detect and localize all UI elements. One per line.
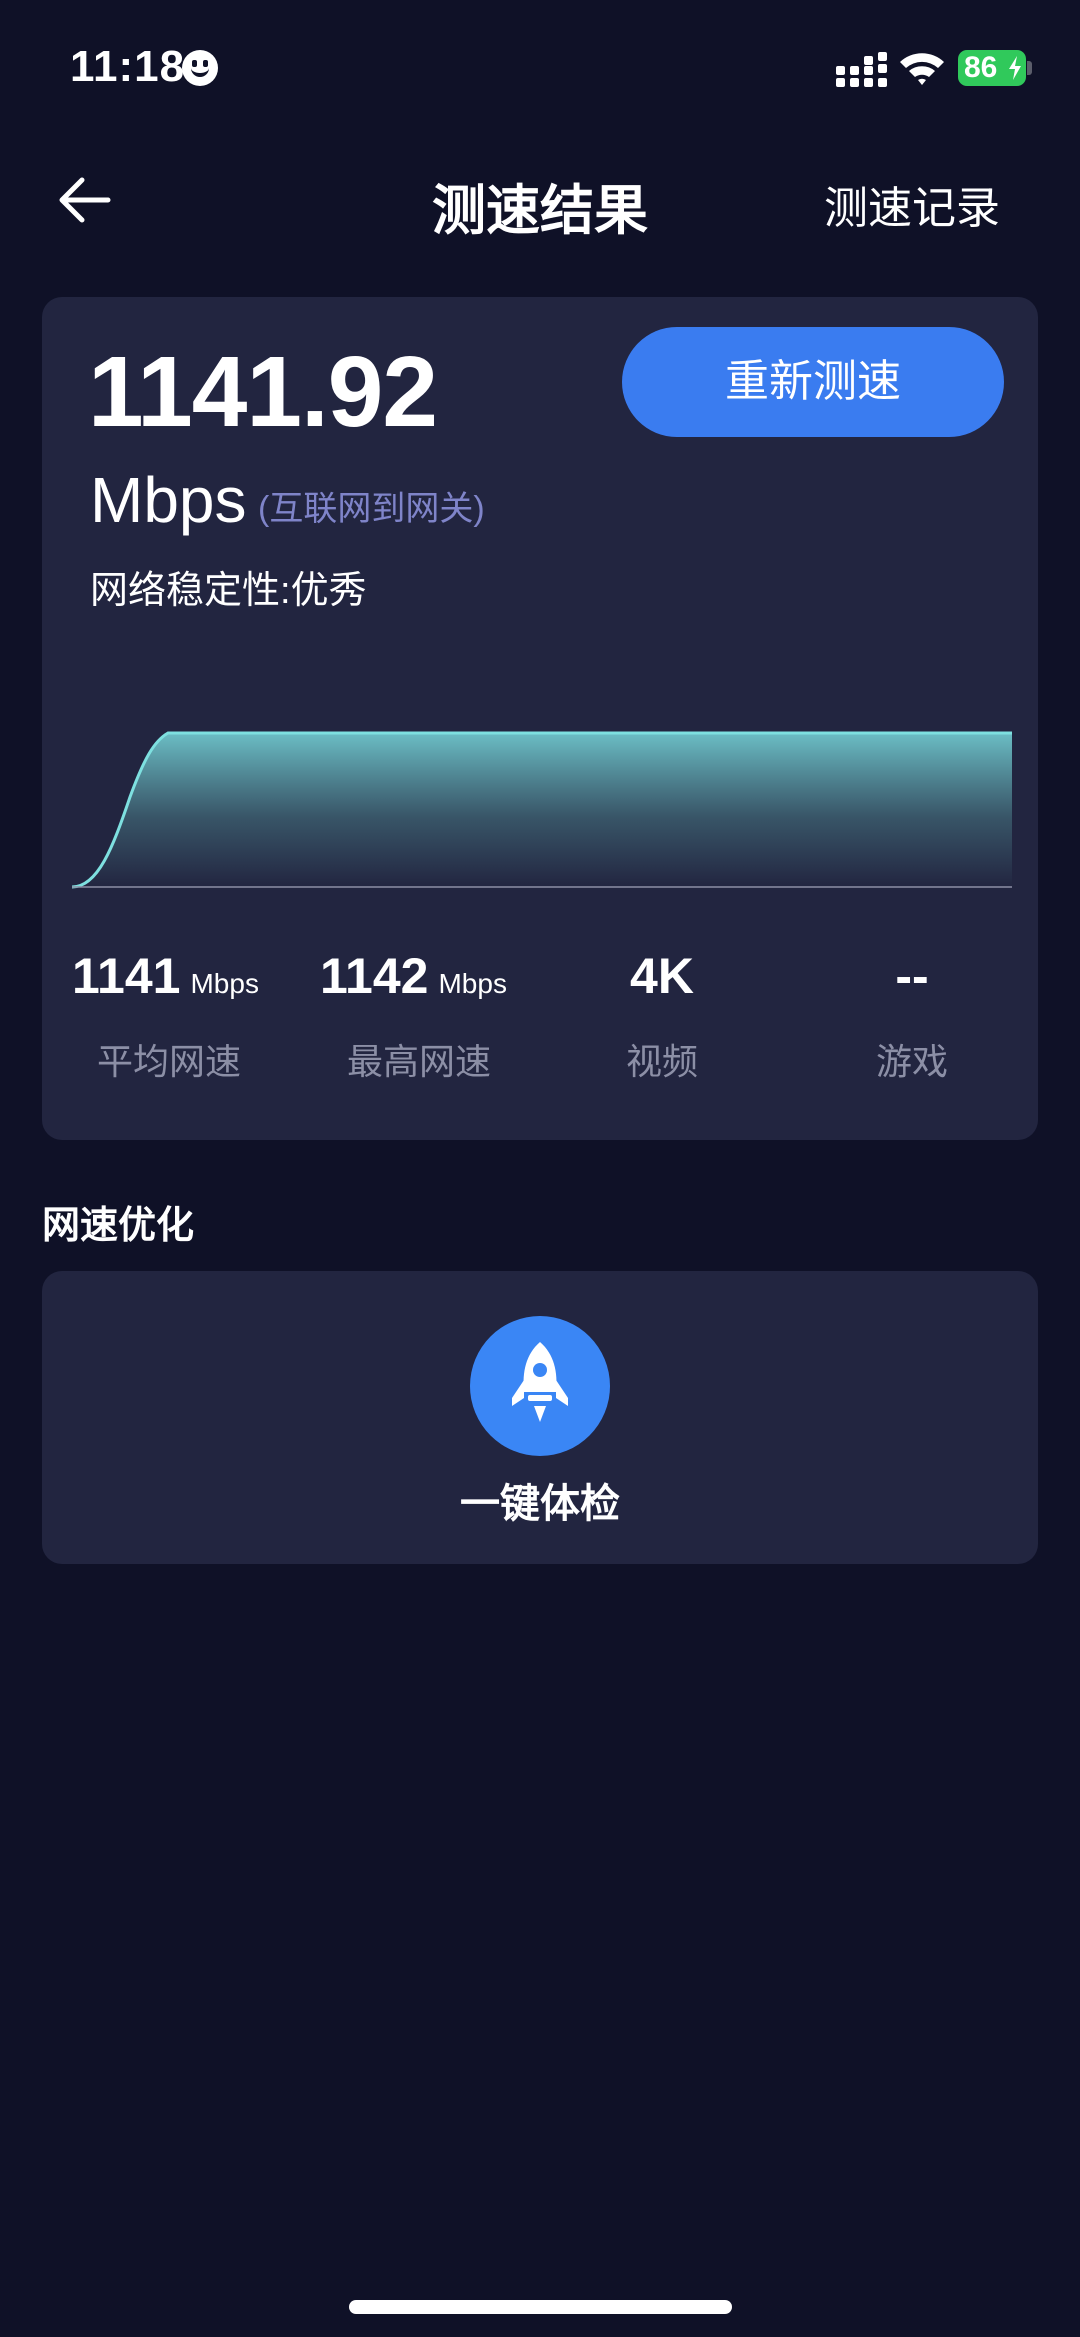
- wifi-icon: [900, 53, 944, 85]
- retest-button[interactable]: 重新测速: [622, 327, 1004, 437]
- metric-value: 1142 Mbps: [320, 947, 540, 1005]
- metric-value: 1141 Mbps: [72, 947, 292, 1005]
- speed-curve-area: [72, 733, 1012, 887]
- metric-game: -- 游戏: [832, 947, 992, 1097]
- metric-label: 视频: [625, 1041, 698, 1082]
- stability-label: 网络稳定性:: [90, 570, 291, 612]
- metric-video: 4K 视频: [582, 947, 742, 1097]
- metric-unit: Mbps: [438, 968, 507, 999]
- network-stability: 网络稳定性:优秀: [90, 559, 367, 614]
- status-time: 11:18: [70, 42, 186, 91]
- speed-scope-note: (互联网到网关): [258, 490, 485, 528]
- one-click-checkup-button[interactable]: [470, 1316, 610, 1456]
- metric-number: 1142: [320, 948, 429, 1004]
- metric-label: 最高网速: [347, 1041, 492, 1082]
- speed-unit: Mbps: [90, 464, 247, 536]
- battery-level: 86: [964, 51, 998, 84]
- metric-value: 4K: [630, 948, 694, 1004]
- back-arrow-icon[interactable]: [56, 176, 112, 224]
- metric-max-speed: 1142 Mbps 最高网速: [320, 947, 540, 1097]
- metric-label: 游戏: [875, 1041, 948, 1082]
- metric-average-speed: 1141 Mbps 平均网速: [72, 947, 292, 1097]
- home-indicator[interactable]: [349, 2300, 732, 2314]
- stability-value: 优秀: [290, 570, 367, 612]
- speed-value: 1141.92: [88, 336, 438, 448]
- speed-test-history-button[interactable]: 测速记录: [824, 172, 1000, 236]
- section-title-optimize: 网速优化: [42, 1205, 195, 1247]
- metric-unit: Mbps: [190, 968, 259, 999]
- charging-bolt-icon: [1009, 56, 1021, 80]
- battery-cap: [1027, 61, 1032, 75]
- status-bar: 11:18 86: [0, 0, 1080, 140]
- metric-label: 平均网速: [97, 1041, 242, 1082]
- speed-result-card: 1141.92 重新测速 Mbps (互联网到网关) 网络稳定性:优秀 1141…: [42, 297, 1038, 1140]
- metric-number: 1141: [72, 948, 181, 1004]
- rocket-icon: [512, 1342, 568, 1422]
- smiley-face-icon: [182, 50, 218, 86]
- checkup-label[interactable]: 一键体检: [42, 1471, 1038, 1529]
- metric-value: --: [895, 948, 929, 1004]
- battery-indicator: 86: [958, 50, 1026, 86]
- cellular-signal-icon: [836, 52, 887, 87]
- optimize-card: 一键体检: [42, 1271, 1038, 1564]
- speed-chart: [71, 731, 1012, 889]
